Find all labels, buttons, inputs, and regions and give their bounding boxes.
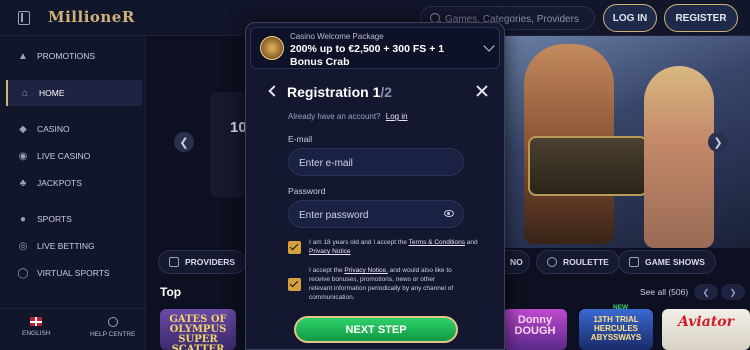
category-label: ROULETTE <box>563 257 609 267</box>
sidebar-item-label: LIVE BETTING <box>37 241 95 251</box>
back-arrow-icon[interactable] <box>268 85 280 97</box>
login-prompt-text: Already have an account? <box>288 112 381 121</box>
diamond-icon: ◆ <box>19 123 27 135</box>
game-title: GATES OF OLYMPUS SUPER SCATTER <box>169 314 227 350</box>
login-link[interactable]: Log in <box>386 112 408 121</box>
sidebar-item-promotions[interactable]: ▲ PROMOTIONS <box>6 43 142 69</box>
help-icon <box>107 317 118 327</box>
privacy-notice-link[interactable]: Privacy Notice <box>309 248 351 255</box>
language-label: ENGLISH <box>22 330 51 337</box>
registration-modal: Casino Welcome Package 200% up to €2,500… <box>245 22 505 350</box>
hero-figure-woman <box>644 66 714 248</box>
modal-title: Registration 1/2 <box>287 84 392 100</box>
category-label: GAME SHOWS <box>645 257 705 267</box>
providers-icon <box>169 257 179 267</box>
ball-icon: ● <box>19 213 27 225</box>
sidebar-item-label: LIVE CASINO <box>37 151 91 161</box>
home-icon: ⌂ <box>21 87 29 99</box>
consent1-and: and <box>466 239 478 246</box>
password-field[interactable] <box>288 200 464 228</box>
medal-icon <box>260 36 284 60</box>
sidebar-item-sports[interactable]: ● SPORTS <box>6 206 142 232</box>
hero-belt <box>528 136 648 196</box>
promo-title: Casino Welcome Package <box>290 32 384 41</box>
login-prompt: Already have an account? Log in <box>288 112 408 121</box>
games-prev-button[interactable]: ❮ <box>694 284 718 300</box>
consent1-prefix: I am 18 years old and I accept the <box>309 239 407 246</box>
globe-icon: ◯ <box>17 267 29 279</box>
sidebar-item-label: CASINO <box>37 124 70 134</box>
consent2-prefix: I accept the <box>309 267 343 274</box>
modal-title-total: /2 <box>380 84 393 100</box>
sidebar-item-casino[interactable]: ◆ CASINO <box>6 116 142 142</box>
modal-title-step: Registration 1 <box>287 84 381 100</box>
game-title: Donny DOUGH <box>514 314 556 337</box>
live-icon: ◎ <box>18 240 28 252</box>
sidebar-item-label: HOME <box>39 88 65 98</box>
sidebar-item-label: VIRTUAL SPORTS <box>37 268 110 278</box>
help-centre-link[interactable]: HELP CENTRE <box>90 317 135 338</box>
eye-icon[interactable] <box>444 210 454 217</box>
terms-link[interactable]: Terms & Conditions <box>409 239 465 246</box>
marketing-consent-text: I accept the Privacy Notice, and would a… <box>309 266 459 302</box>
sidebar-item-label: PROMOTIONS <box>37 51 96 61</box>
sidebar-footer: ENGLISH HELP CENTRE <box>0 308 146 350</box>
language-selector[interactable]: ENGLISH <box>22 317 51 337</box>
sidebar-item-home[interactable]: ⌂ HOME <box>6 80 142 106</box>
privacy-notice-link-2[interactable]: Privacy Notice, <box>344 267 387 274</box>
next-step-button[interactable]: NEXT STEP <box>294 316 458 343</box>
flag-icon <box>30 317 43 326</box>
carousel-next-button[interactable]: ❯ <box>708 132 728 152</box>
clover-icon: ♣ <box>19 177 27 189</box>
sidebar-item-live-casino[interactable]: ◉ LIVE CASINO <box>6 143 142 169</box>
promo-offer: 200% up to €2,500 + 300 FS + 1 Bonus Cra… <box>290 43 445 68</box>
age-terms-text: I am 18 years old and I accept the Terms… <box>309 238 489 256</box>
chevron-right-icon: ❯ <box>713 136 723 149</box>
sidebar: ▲ PROMOTIONS ⌂ HOME ◆ CASINO ◉ LIVE CASI… <box>0 36 146 350</box>
site-logo[interactable]: MillioneR <box>48 8 135 26</box>
section-title: Top <box>160 285 182 299</box>
game-tile-dough[interactable]: Donny DOUGH <box>503 309 567 350</box>
help-centre-label: HELP CENTRE <box>90 331 136 338</box>
chevron-down-icon <box>483 40 495 52</box>
marketing-consent-checkbox[interactable] <box>288 278 301 291</box>
roulette-icon <box>547 257 557 267</box>
password-label: Password <box>288 186 326 196</box>
game-title: Aviator <box>678 314 734 330</box>
sidebar-item-label: SPORTS <box>37 214 72 224</box>
chevron-left-icon: ❮ <box>702 287 710 297</box>
category-roulette[interactable]: ROULETTE <box>536 250 620 274</box>
sidebar-item-virtual-sports[interactable]: ◯ VIRTUAL SPORTS <box>6 260 142 286</box>
game-tile-aviator[interactable]: Aviator <box>662 309 750 350</box>
login-button[interactable]: LOG IN <box>603 4 657 32</box>
sidebar-item-jackpots[interactable]: ♣ JACKPOTS <box>6 170 142 196</box>
category-providers[interactable]: PROVIDERS <box>158 250 247 274</box>
email-field[interactable] <box>288 148 464 176</box>
megaphone-icon: ▲ <box>18 50 28 62</box>
carousel-prev-button[interactable]: ❮ <box>174 132 194 152</box>
close-icon[interactable] <box>476 85 488 97</box>
game-title: 13TH TRIAL HERCULES ABYSSWAYS <box>590 315 642 342</box>
age-terms-checkbox[interactable] <box>288 241 301 254</box>
register-button[interactable]: REGISTER <box>664 4 738 32</box>
welcome-package-dropdown[interactable]: Casino Welcome Package 200% up to €2,500… <box>250 27 500 69</box>
category-label: PROVIDERS <box>185 257 236 267</box>
email-input[interactable] <box>299 155 439 171</box>
category-label: NO <box>510 257 523 267</box>
microphone-icon <box>629 257 639 267</box>
sidebar-toggle-icon[interactable] <box>18 11 30 25</box>
chevron-left-icon: ❮ <box>179 136 189 149</box>
sidebar-item-label: JACKPOTS <box>37 178 82 188</box>
password-input[interactable] <box>299 207 439 223</box>
category-game-shows[interactable]: GAME SHOWS <box>618 250 716 274</box>
game-tile-olympus[interactable]: GATES OF OLYMPUS SUPER SCATTER <box>160 309 236 350</box>
sidebar-item-live-betting[interactable]: ◎ LIVE BETTING <box>6 233 142 259</box>
game-tile-hercules[interactable]: 13TH TRIAL HERCULES ABYSSWAYS <box>579 309 653 350</box>
chevron-right-icon: ❯ <box>729 287 737 297</box>
see-all-link[interactable]: See all (506) <box>640 287 688 297</box>
games-next-button[interactable]: ❯ <box>721 284 745 300</box>
category-casino[interactable]: NO <box>504 250 530 274</box>
chip-icon: ◉ <box>18 150 28 162</box>
email-label: E-mail <box>288 134 313 144</box>
